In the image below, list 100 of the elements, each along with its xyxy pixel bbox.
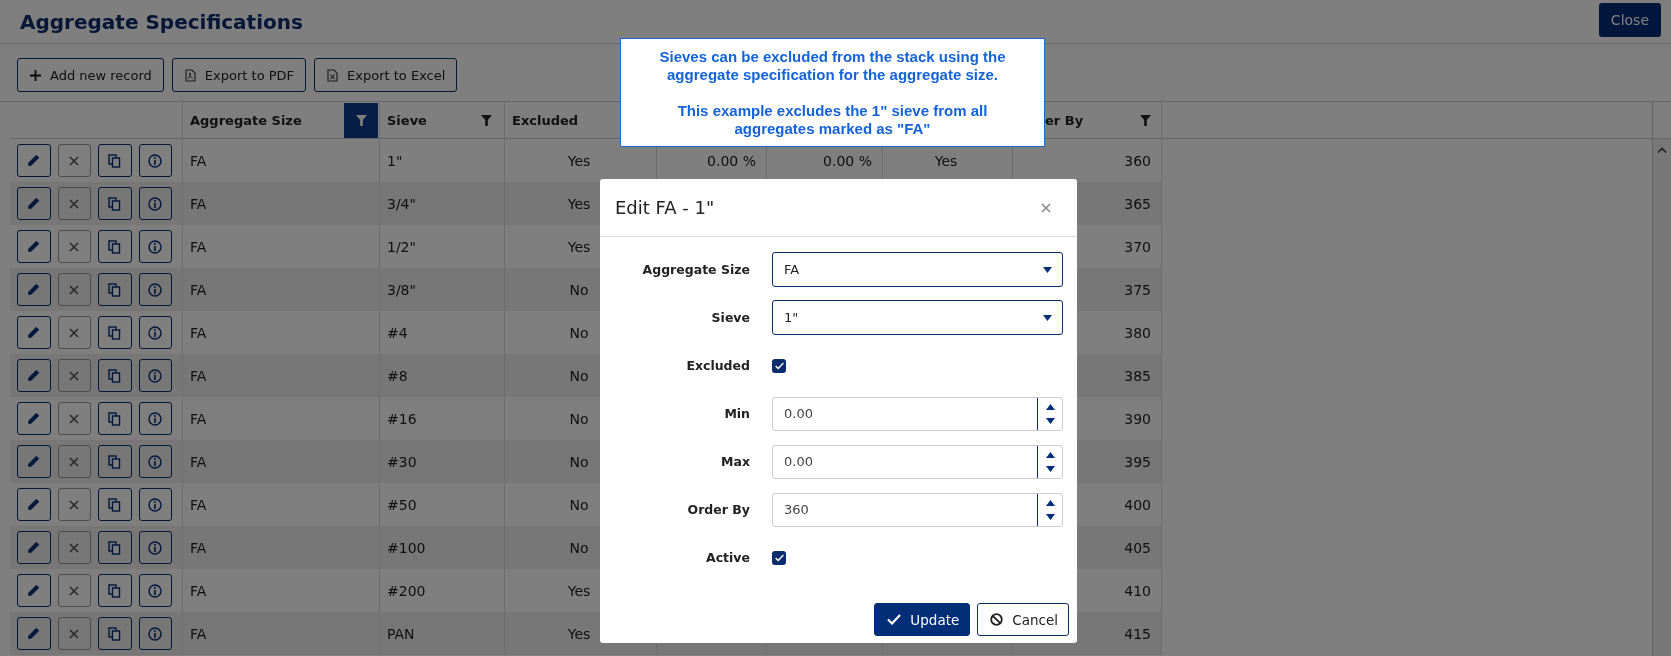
export-pdf-button[interactable]: Export to PDF <box>171 58 307 92</box>
edit-button[interactable] <box>17 488 51 521</box>
table-cell: 0.00 % <box>823 152 872 169</box>
dropdown-field[interactable]: FA <box>772 252 1063 287</box>
table-cell: No <box>569 496 589 513</box>
copy-button[interactable] <box>98 316 132 349</box>
number-field[interactable]: 0.00 <box>772 444 1063 479</box>
copy-button[interactable] <box>98 531 132 564</box>
number-field[interactable]: 0.00 <box>772 396 1063 431</box>
scroll-up-icon <box>1657 147 1667 153</box>
close-icon <box>69 327 80 338</box>
column-header: Excluded <box>512 112 579 128</box>
copy-button[interactable] <box>98 359 132 392</box>
info-icon <box>148 239 163 254</box>
edit-button[interactable] <box>17 187 51 220</box>
table-cell: Yes <box>567 625 591 642</box>
copy-icon <box>108 454 122 469</box>
pencil-icon <box>27 240 41 253</box>
info-button[interactable] <box>138 273 172 306</box>
edit-button[interactable] <box>17 531 51 564</box>
table-cell: #100 <box>387 539 426 556</box>
copy-button[interactable] <box>98 617 132 650</box>
copy-icon <box>108 368 122 383</box>
checkmark-icon <box>887 614 902 625</box>
copy-icon <box>108 626 122 641</box>
copy-button[interactable] <box>98 144 132 177</box>
column-header: er By <box>1045 112 1084 128</box>
table-cell: 415 <box>1124 625 1151 642</box>
pencil-icon <box>27 283 41 296</box>
filter-button[interactable] <box>344 102 378 138</box>
edit-button[interactable] <box>17 316 51 349</box>
info-button[interactable] <box>138 316 172 349</box>
close-button[interactable]: Close <box>1598 2 1661 37</box>
callout-text: Sieves can be excluded from the stack using the aggregate specification for the aggregate size. <box>658 47 1007 84</box>
info-button[interactable] <box>138 617 172 650</box>
info-icon <box>148 626 163 641</box>
field-label: Order By <box>687 502 750 517</box>
edit-button[interactable] <box>17 574 51 607</box>
copy-icon <box>108 497 122 512</box>
close-button[interactable] <box>1039 200 1053 215</box>
info-button[interactable] <box>138 531 172 564</box>
edit-button[interactable] <box>17 617 51 650</box>
caret-icon <box>1043 266 1052 273</box>
table-cell: FA <box>190 582 207 599</box>
edit-button[interactable] <box>17 359 51 392</box>
table-cell: #16 <box>387 410 417 427</box>
edit-button[interactable] <box>17 230 51 263</box>
table-cell: Yes <box>567 195 591 212</box>
number-field[interactable]: 360 <box>772 492 1063 527</box>
pdf-file-icon <box>184 68 196 82</box>
update-button[interactable]: Update <box>874 603 971 636</box>
page-title: Aggregate Specifications <box>20 9 303 34</box>
table-cell: 1/2" <box>387 238 416 255</box>
close-icon <box>69 370 80 381</box>
copy-button[interactable] <box>98 445 132 478</box>
copy-button[interactable] <box>98 402 132 435</box>
edit-button[interactable] <box>17 144 51 177</box>
close-icon <box>69 155 80 166</box>
checkbox[interactable] <box>772 550 786 565</box>
table-cell: #4 <box>387 324 408 341</box>
pencil-icon <box>27 584 41 597</box>
copy-button[interactable] <box>98 187 132 220</box>
close-icon <box>69 499 80 510</box>
cancel-button[interactable]: Cancel <box>977 603 1069 636</box>
table-cell: 1" <box>387 152 403 169</box>
checkbox[interactable] <box>772 358 786 373</box>
info-button[interactable] <box>138 144 172 177</box>
close-icon <box>69 198 80 209</box>
close-icon <box>69 585 80 596</box>
copy-icon <box>108 540 122 555</box>
table-cell: FA <box>190 324 207 341</box>
table-cell: 3/4" <box>387 195 416 212</box>
info-button[interactable] <box>138 574 172 607</box>
info-button[interactable] <box>138 445 172 478</box>
table-cell: 410 <box>1124 582 1151 599</box>
info-button[interactable] <box>138 488 172 521</box>
edit-button[interactable] <box>17 402 51 435</box>
info-button[interactable] <box>138 230 172 263</box>
table-cell: PAN <box>387 625 415 642</box>
info-icon <box>148 196 163 211</box>
copy-button[interactable] <box>98 273 132 306</box>
info-button[interactable] <box>138 402 172 435</box>
add-record-button[interactable]: Add new record <box>17 58 164 92</box>
scrollbar[interactable] <box>1652 139 1671 656</box>
export-excel-button[interactable]: Export to Excel <box>314 58 458 92</box>
pencil-icon <box>27 412 41 425</box>
pencil-icon <box>27 154 41 167</box>
copy-button[interactable] <box>98 230 132 263</box>
copy-button[interactable] <box>98 488 132 521</box>
copy-button[interactable] <box>98 574 132 607</box>
info-button[interactable] <box>138 359 172 392</box>
dropdown-field[interactable]: 1" <box>772 300 1063 335</box>
edit-button[interactable] <box>17 273 51 306</box>
info-icon <box>148 325 163 340</box>
table-cell: #30 <box>387 453 417 470</box>
pencil-icon <box>27 197 41 210</box>
table-cell: FA <box>190 238 207 255</box>
edit-button[interactable] <box>17 445 51 478</box>
info-button[interactable] <box>138 187 172 220</box>
filter-icon <box>355 114 367 126</box>
